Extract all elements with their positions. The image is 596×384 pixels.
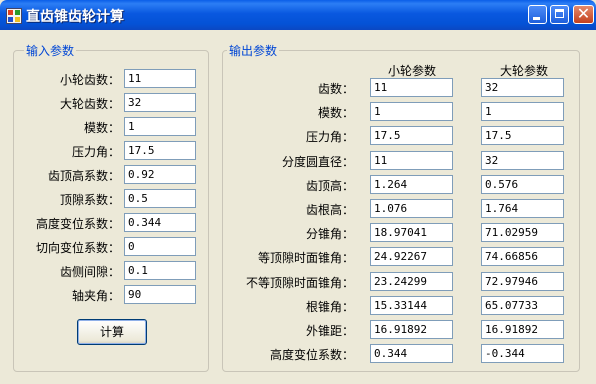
input-field[interactable]: 0.5 [124, 189, 196, 208]
input-label: 顶隙系数： [59, 193, 120, 207]
input-field[interactable]: 1 [124, 117, 196, 136]
input-label: 小轮齿数： [59, 73, 120, 87]
app-icon[interactable] [6, 8, 22, 24]
input-label: 压力角： [71, 145, 120, 159]
large-gear-output-field[interactable]: 65.07733 [481, 296, 564, 315]
small-gear-output-field[interactable]: 18.97041 [370, 223, 453, 242]
output-label: 高度变位系数： [269, 348, 354, 362]
large-gear-output-field[interactable]: 74.66856 [481, 247, 564, 266]
output-label: 压力角： [305, 130, 354, 144]
small-gear-output-field[interactable]: 11 [370, 151, 453, 170]
small-gear-output-field[interactable]: 1.264 [370, 175, 453, 194]
small-gear-output-field[interactable]: 15.33144 [370, 296, 453, 315]
input-field[interactable]: 0.1 [124, 261, 196, 280]
output-params-title: 输出参数 [227, 42, 280, 59]
input-field[interactable]: 0.344 [124, 213, 196, 232]
input-field[interactable]: 17.5 [124, 141, 196, 160]
input-label: 模数： [83, 121, 120, 135]
input-label: 齿顶高系数： [47, 169, 120, 183]
small-gear-output-field[interactable]: 11 [370, 78, 453, 97]
minimize-button[interactable] [528, 5, 547, 24]
input-field[interactable]: 32 [124, 93, 196, 112]
large-gear-output-field[interactable]: 32 [481, 151, 564, 170]
output-label: 不等顶隙时面锥角： [245, 276, 354, 290]
large-gear-output-field[interactable]: 17.5 [481, 126, 564, 145]
output-label: 齿顶高： [305, 179, 354, 193]
input-field[interactable]: 11 [124, 69, 196, 88]
small-gear-output-field[interactable]: 23.24299 [370, 272, 453, 291]
large-gear-output-field[interactable]: 71.02959 [481, 223, 564, 242]
maximize-icon [555, 9, 564, 18]
input-params-title: 输入参数 [24, 42, 77, 59]
small-gear-output-field[interactable]: 24.92267 [370, 247, 453, 266]
large-gear-output-field[interactable]: 1.764 [481, 199, 564, 218]
output-label: 分锥角： [305, 227, 354, 241]
large-gear-output-field[interactable]: 32 [481, 78, 564, 97]
input-label: 齿侧间隙： [59, 265, 120, 279]
large-gear-column-header: 大轮参数 [499, 64, 548, 78]
output-label: 模数： [317, 106, 354, 120]
input-field[interactable]: 0.92 [124, 165, 196, 184]
window-title: 直齿锥齿轮计算 [26, 9, 124, 25]
input-field[interactable]: 0 [124, 237, 196, 256]
close-icon: ✕ [576, 4, 591, 23]
input-field[interactable]: 90 [124, 285, 196, 304]
large-gear-output-field[interactable]: 0.576 [481, 175, 564, 194]
input-label: 大轮齿数： [59, 97, 120, 111]
minimize-icon [533, 17, 540, 20]
output-label: 齿根高： [305, 203, 354, 217]
small-gear-column-header: 小轮参数 [387, 64, 436, 78]
small-gear-output-field[interactable]: 0.344 [370, 344, 453, 363]
output-label: 外锥距： [305, 324, 354, 338]
maximize-button[interactable] [550, 5, 569, 24]
small-gear-output-field[interactable]: 1.076 [370, 199, 453, 218]
output-label: 根锥角： [305, 300, 354, 314]
small-gear-output-field[interactable]: 1 [370, 102, 453, 121]
input-label: 高度变位系数： [35, 217, 120, 231]
large-gear-output-field[interactable]: 1 [481, 102, 564, 121]
input-label: 切向变位系数： [35, 241, 120, 255]
calculate-button[interactable]: 计算 [77, 319, 147, 345]
close-button[interactable]: ✕ [573, 4, 594, 24]
output-label: 齿数： [317, 82, 354, 96]
large-gear-output-field[interactable]: -0.344 [481, 344, 564, 363]
output-label: 分度圆直径： [281, 155, 354, 169]
small-gear-output-field[interactable]: 16.91892 [370, 320, 453, 339]
input-label: 轴夹角： [71, 289, 120, 303]
output-label: 等顶隙时面锥角： [257, 251, 354, 265]
large-gear-output-field[interactable]: 16.91892 [481, 320, 564, 339]
title-bar[interactable]: 直齿锥齿轮计算 ✕ [0, 0, 596, 30]
large-gear-output-field[interactable]: 72.97946 [481, 272, 564, 291]
small-gear-output-field[interactable]: 17.5 [370, 126, 453, 145]
